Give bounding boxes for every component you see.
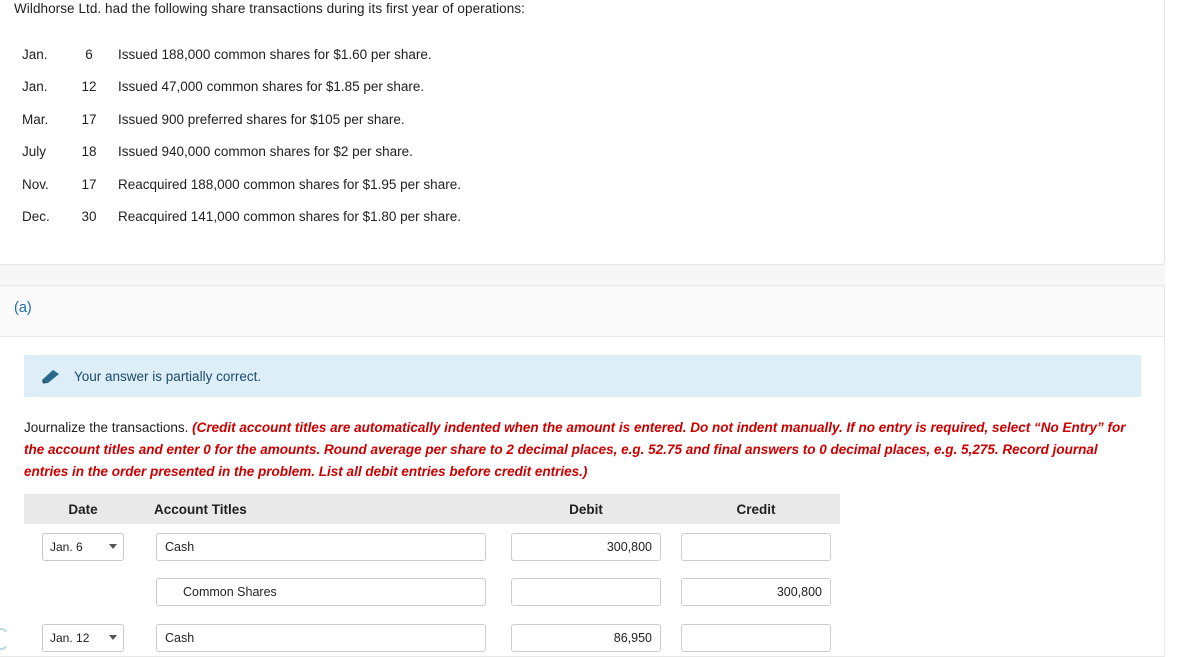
credit-input-row-1[interactable] xyxy=(681,533,831,561)
txn-description: Issued 940,000 common shares for $2 per … xyxy=(118,136,461,169)
part-a-header: (a) xyxy=(0,285,1165,337)
instructions-lead: Journalize the transactions. xyxy=(24,420,188,435)
table-row xyxy=(24,570,840,616)
date-select-row-1[interactable]: Jan. 6 xyxy=(42,533,124,561)
table-row: Mar. 17 Issued 900 preferred shares for … xyxy=(22,103,461,136)
cell-credit xyxy=(672,533,840,561)
column-header-credit: Credit xyxy=(672,502,840,517)
transactions-body: Jan. 6 Issued 188,000 common shares for … xyxy=(22,38,461,233)
instructions: Journalize the transactions. (Credit acc… xyxy=(24,417,1134,483)
instructions-emphasis: (Credit account titles are automatically… xyxy=(24,420,1126,479)
pencil-icon xyxy=(40,368,62,384)
txn-day: 18 xyxy=(78,136,118,169)
date-select-row-3[interactable]: Jan. 12 xyxy=(42,624,124,652)
cell-debit xyxy=(500,533,672,561)
part-label: (a) xyxy=(14,300,32,316)
credit-input-row-2[interactable] xyxy=(681,578,831,606)
status-banner: Your answer is partially correct. xyxy=(24,355,1141,397)
page-root: Wildhorse Ltd. had the following share t… xyxy=(0,0,1200,657)
txn-day: 17 xyxy=(78,103,118,136)
status-banner-text: Your answer is partially correct. xyxy=(74,369,261,384)
txn-month: Jan. xyxy=(22,71,78,104)
txn-description: Issued 900 preferred shares for $105 per… xyxy=(118,103,461,136)
cell-debit xyxy=(500,624,672,652)
txn-month: Jan. xyxy=(22,38,78,71)
table-row: July 18 Issued 940,000 common shares for… xyxy=(22,136,461,169)
table-row: Nov. 17 Reacquired 188,000 common shares… xyxy=(22,168,461,201)
date-select-wrapper[interactable]: Jan. 6 xyxy=(42,533,124,561)
date-select-wrapper[interactable]: Jan. 12 xyxy=(42,624,124,652)
table-row: Jan. 12 xyxy=(24,615,840,657)
txn-month: July xyxy=(22,136,78,169)
txn-description: Reacquired 188,000 common shares for $1.… xyxy=(118,168,461,201)
account-title-input-row-2[interactable] xyxy=(156,578,486,606)
column-header-debit: Debit xyxy=(500,502,672,517)
txn-day: 12 xyxy=(78,71,118,104)
cell-date: Jan. 6 xyxy=(24,533,142,561)
txn-description: Issued 188,000 common shares for $1.60 p… xyxy=(118,38,461,71)
txn-month: Nov. xyxy=(22,168,78,201)
txn-day: 30 xyxy=(78,201,118,234)
table-row: Dec. 30 Reacquired 141,000 common shares… xyxy=(22,201,461,234)
answer-card: Your answer is partially correct. Journa… xyxy=(0,337,1165,657)
table-row: Jan. 12 Issued 47,000 common shares for … xyxy=(22,71,461,104)
credit-input-row-3[interactable] xyxy=(681,624,831,652)
account-title-input-row-1[interactable] xyxy=(156,533,486,561)
debit-input-row-1[interactable] xyxy=(511,533,661,561)
txn-day: 17 xyxy=(78,168,118,201)
journal-header-row: Date Account Titles Debit Credit xyxy=(24,494,840,524)
transactions-table: Jan. 6 Issued 188,000 common shares for … xyxy=(22,38,461,233)
debit-input-row-3[interactable] xyxy=(511,624,661,652)
column-header-account-titles: Account Titles xyxy=(142,502,500,517)
cell-account-title xyxy=(142,624,500,652)
table-row: Jan. 6 Issued 188,000 common shares for … xyxy=(22,38,461,71)
txn-month: Dec. xyxy=(22,201,78,234)
table-row: Jan. 6 xyxy=(24,524,840,570)
txn-description: Issued 47,000 common shares for $1.85 pe… xyxy=(118,71,461,104)
column-header-date: Date xyxy=(24,502,142,517)
debit-input-row-2[interactable] xyxy=(511,578,661,606)
account-title-input-row-3[interactable] xyxy=(156,624,486,652)
cell-credit xyxy=(672,578,840,606)
cell-date: Jan. 12 xyxy=(24,624,142,652)
journal-entry-table: Date Account Titles Debit Credit Jan. 6 xyxy=(24,494,840,657)
problem-card: Wildhorse Ltd. had the following share t… xyxy=(0,0,1165,265)
cell-credit xyxy=(672,624,840,652)
txn-description: Reacquired 141,000 common shares for $1.… xyxy=(118,201,461,234)
cell-debit xyxy=(500,578,672,606)
txn-month: Mar. xyxy=(22,103,78,136)
page-right-margin xyxy=(1165,0,1200,657)
txn-day: 6 xyxy=(78,38,118,71)
cell-account-title xyxy=(142,578,500,606)
problem-intro: Wildhorse Ltd. had the following share t… xyxy=(14,1,525,16)
cell-account-title xyxy=(142,533,500,561)
